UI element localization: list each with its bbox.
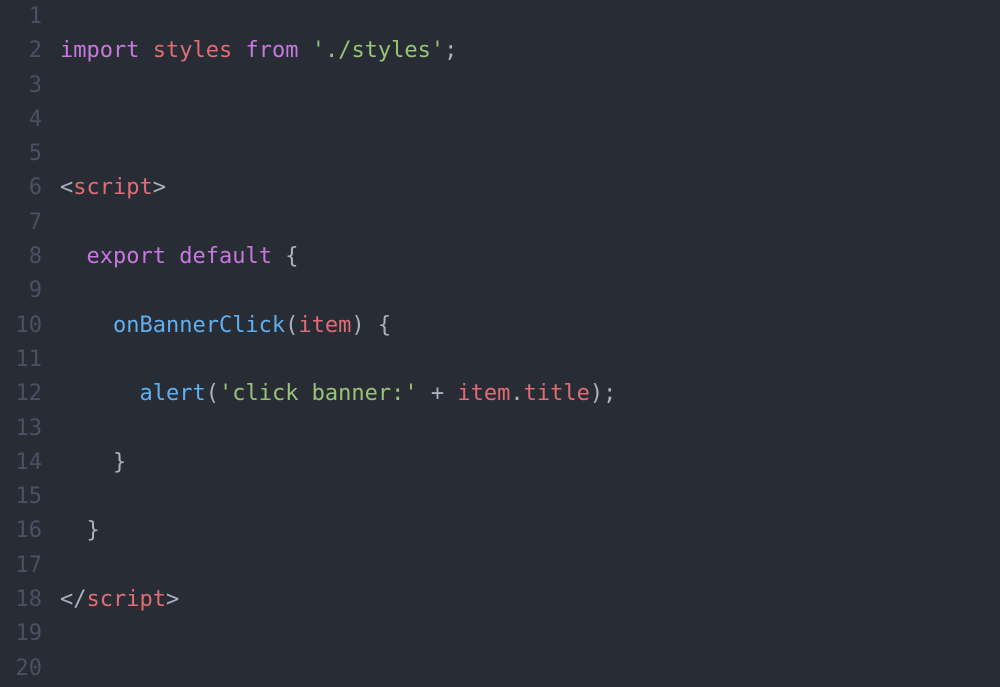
code-line: </script>	[60, 583, 1000, 617]
line-number: 10	[0, 309, 42, 343]
line-number: 9	[0, 274, 42, 308]
code-line: alert('click banner:' + item.title);	[60, 377, 1000, 411]
line-number: 3	[0, 69, 42, 103]
line-number: 8	[0, 240, 42, 274]
code-line: import styles from './styles';	[60, 34, 1000, 68]
line-number: 2	[0, 34, 42, 68]
line-number: 4	[0, 103, 42, 137]
code-line: <script>	[60, 171, 1000, 205]
line-number-gutter: 1 2 3 4 5 6 7 8 9 10 11 12 13 14 15 16 1…	[0, 0, 60, 687]
line-number: 12	[0, 377, 42, 411]
code-line: export default {	[60, 240, 1000, 274]
code-line: onBannerClick(item) {	[60, 309, 1000, 343]
line-number: 15	[0, 480, 42, 514]
line-number: 11	[0, 343, 42, 377]
line-number: 16	[0, 514, 42, 548]
line-number: 14	[0, 446, 42, 480]
line-number: 17	[0, 549, 42, 583]
code-line	[60, 652, 1000, 686]
line-number: 7	[0, 206, 42, 240]
line-number: 19	[0, 617, 42, 651]
code-line	[60, 103, 1000, 137]
line-number: 6	[0, 171, 42, 205]
code-line: }	[60, 446, 1000, 480]
code-editor-content[interactable]: import styles from './styles'; <script> …	[60, 0, 1000, 687]
line-number: 13	[0, 412, 42, 446]
line-number: 18	[0, 583, 42, 617]
line-number: 1	[0, 0, 42, 34]
line-number: 20	[0, 652, 42, 686]
code-line: }	[60, 514, 1000, 548]
line-number: 5	[0, 137, 42, 171]
